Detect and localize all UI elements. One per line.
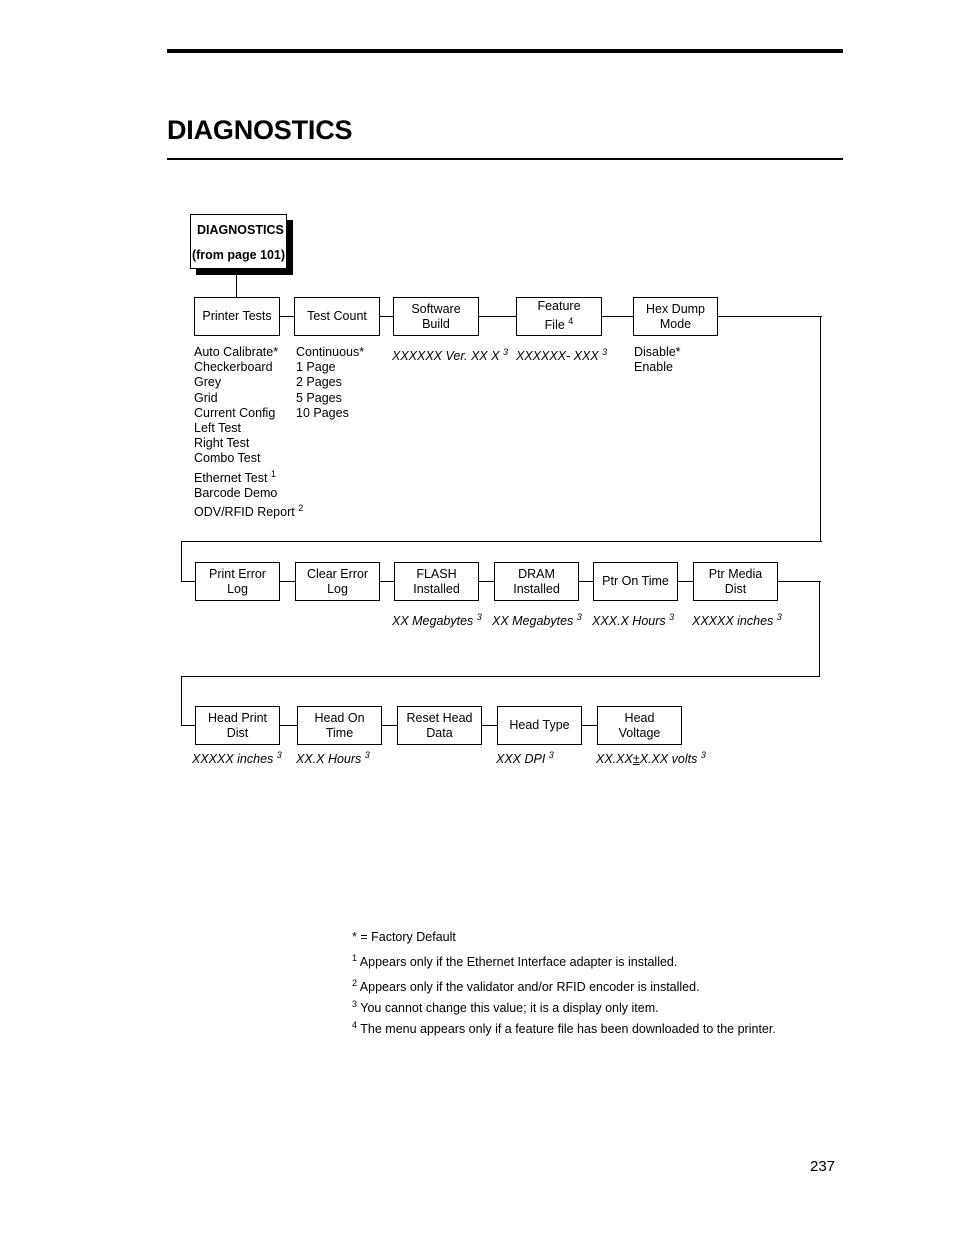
root-node-diagnostics[interactable]: DIAGNOSTICS (from page 101) — [190, 214, 287, 269]
node-ptr-media-dist-label: Ptr Media Dist — [708, 566, 763, 596]
node-dram-installed-label: DRAM Installed — [513, 566, 560, 596]
header-rule — [167, 49, 843, 53]
value-ptr-media-dist: XXXXX inches 3 — [692, 612, 782, 629]
connector-r1-a — [279, 316, 295, 318]
connector-r2-d — [579, 581, 593, 583]
node-clear-error-log-label: Clear Error Log — [306, 566, 369, 596]
node-clear-error-log[interactable]: Clear Error Log — [295, 562, 380, 601]
connector-wrap2-right — [819, 581, 821, 677]
node-flash-installed-label: FLASH Installed — [413, 566, 460, 596]
connector-r2-b — [380, 581, 394, 583]
node-printer-tests[interactable]: Printer Tests — [194, 297, 280, 336]
connector-r1-b — [379, 316, 394, 318]
node-ptr-media-dist[interactable]: Ptr Media Dist — [693, 562, 778, 601]
connector-wrap1-top — [718, 316, 822, 318]
node-software-build-label: Software Build — [411, 301, 461, 331]
options-hex-dump-mode: Disable* Enable — [634, 345, 681, 375]
node-reset-head-data-label: Reset Head Data — [406, 710, 473, 740]
footnote-factory-default: * = Factory Default — [352, 930, 456, 944]
node-head-print-dist-label: Head Print Dist — [207, 710, 268, 740]
root-node-label: DIAGNOSTICS — [197, 223, 284, 237]
value-head-type: XXX DPI 3 — [496, 750, 554, 767]
node-feature-file[interactable]: Feature File 4 — [516, 297, 602, 336]
node-flash-installed[interactable]: FLASH Installed — [394, 562, 479, 601]
connector-wrap2-bottom — [181, 676, 820, 678]
connector-wrap1-into-row2 — [181, 581, 195, 583]
connector-wrap1-left — [181, 541, 183, 582]
node-print-error-log-label: Print Error Log — [209, 566, 266, 596]
node-software-build[interactable]: Software Build — [393, 297, 479, 336]
connector-r2-c — [479, 581, 494, 583]
options-test-count: Continuous* 1 Page 2 Pages 5 Pages 10 Pages — [296, 345, 365, 420]
node-head-print-dist[interactable]: Head Print Dist — [195, 706, 280, 745]
node-head-type-label: Head Type — [509, 718, 570, 732]
node-test-count[interactable]: Test Count — [294, 297, 380, 336]
node-ptr-on-time[interactable]: Ptr On Time — [593, 562, 678, 601]
node-reset-head-data[interactable]: Reset Head Data — [397, 706, 482, 745]
page-title: DIAGNOSTICS — [167, 115, 353, 145]
value-ptr-on-time: XXX.X Hours 3 — [592, 612, 675, 629]
connector-wrap2-left — [181, 676, 183, 726]
footnote-4: 4 The menu appears only if a feature fil… — [352, 1020, 776, 1037]
footnotes: * = Factory Default 1 Appears only if th… — [352, 930, 872, 1040]
connector-r3-b — [382, 725, 397, 727]
options-printer-tests: Auto Calibrate* Checkerboard Grey Grid Curre… — [194, 345, 304, 520]
node-ptr-on-time-label: Ptr On Time — [602, 574, 669, 588]
title-rule — [167, 158, 843, 160]
connector-r3-d — [582, 725, 597, 727]
value-feature-file: XXXXXX- XXX 3 — [516, 347, 608, 364]
node-print-error-log[interactable]: Print Error Log — [195, 562, 280, 601]
node-head-voltage-label: Head Voltage — [618, 710, 661, 740]
footnote-2: 2 Appears only if the validator and/or R… — [352, 978, 700, 995]
value-flash-installed: XX Megabytes 3 — [392, 612, 482, 629]
connector-r2-e — [678, 581, 693, 583]
node-feature-file-label: Feature File 4 — [537, 299, 581, 333]
connector-r3-c — [482, 725, 497, 727]
connector-r2-a — [280, 581, 295, 583]
footnote-1: 1 Appears only if the Ethernet Interface… — [352, 953, 678, 970]
node-head-type[interactable]: Head Type — [497, 706, 582, 745]
node-test-count-label: Test Count — [307, 309, 367, 323]
node-head-on-time[interactable]: Head On Time — [297, 706, 382, 745]
value-head-print-dist: XXXXX inches 3 — [192, 750, 282, 767]
connector-wrap2-into-row3 — [181, 725, 195, 727]
node-head-on-time-label: Head On Time — [314, 710, 365, 740]
connector-r1-c — [478, 316, 516, 318]
footnote-3: 3 You cannot change this value; it is a … — [352, 999, 659, 1016]
connector-wrap2-top — [778, 581, 821, 583]
value-software-build: XXXXXX Ver. XX X 3 — [392, 347, 508, 364]
connector-r1-d — [602, 316, 633, 318]
node-printer-tests-label: Printer Tests — [202, 309, 272, 323]
value-head-voltage: XX.XX±X.XX volts 3 — [596, 750, 706, 767]
value-head-on-time: XX.X Hours 3 — [296, 750, 370, 767]
node-hex-dump-mode[interactable]: Hex Dump Mode — [633, 297, 718, 336]
node-dram-installed[interactable]: DRAM Installed — [494, 562, 579, 601]
node-hex-dump-mode-label: Hex Dump Mode — [645, 301, 706, 331]
connector-wrap1-right — [820, 316, 822, 542]
root-node-sublabel: (from page 101) — [191, 248, 286, 262]
node-head-voltage[interactable]: Head Voltage — [597, 706, 682, 745]
value-dram-installed: XX Megabytes 3 — [492, 612, 582, 629]
connector-wrap1-bottom — [181, 541, 822, 543]
page-number: 237 — [810, 1158, 836, 1175]
connector-r3-a — [280, 725, 297, 727]
